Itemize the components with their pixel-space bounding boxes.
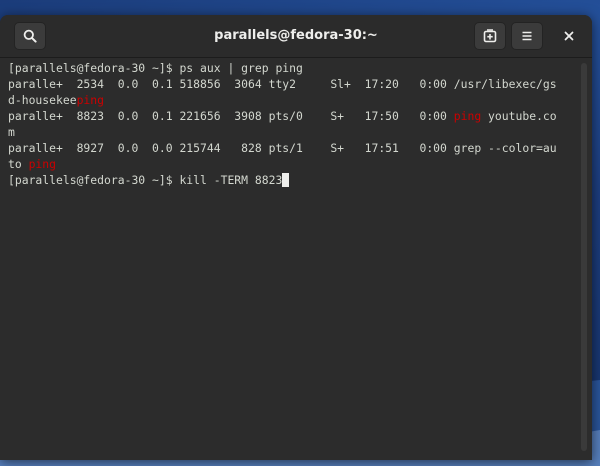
- terminal-text: d-housekee: [8, 93, 77, 107]
- new-tab-icon: [483, 29, 497, 43]
- terminal-line: m: [8, 124, 578, 140]
- terminal-scrollbar[interactable]: [581, 63, 587, 451]
- terminal-output[interactable]: [parallels@fedora-30 ~]$ ps aux | grep p…: [0, 58, 578, 460]
- close-icon: [563, 30, 575, 42]
- close-button[interactable]: [555, 22, 583, 50]
- header-bar: parallels@fedora-30:~: [0, 15, 592, 58]
- new-tab-button[interactable]: [474, 22, 506, 50]
- terminal-line: [parallels@fedora-30 ~]$ kill -TERM 8823: [8, 172, 578, 188]
- terminal-text: [parallels@fedora-30 ~]$ kill -TERM 8823: [8, 173, 283, 187]
- text-cursor: [282, 173, 290, 187]
- terminal-line: paralle+ 8927 0.0 0.0 215744 828 pts/1 S…: [8, 140, 578, 156]
- match-highlight: ping: [28, 157, 57, 171]
- match-highlight: ping: [453, 109, 482, 123]
- hamburger-menu-icon: [520, 29, 534, 43]
- terminal-text: paralle+ 8823 0.0 0.1 221656 3908 pts/0 …: [8, 109, 454, 123]
- terminal-line: [parallels@fedora-30 ~]$ ps aux | grep p…: [8, 60, 578, 76]
- terminal-window: parallels@fedora-30:~ [parallels@fedora-…: [0, 15, 592, 460]
- terminal-line: d-housekeeping: [8, 92, 578, 108]
- terminal-text: [parallels@fedora-30 ~]$ ps aux | grep p…: [8, 61, 303, 75]
- match-highlight: ping: [76, 93, 105, 107]
- terminal-text: to: [8, 157, 29, 171]
- terminal-text: paralle+ 8927 0.0 0.0 215744 828 pts/1 S…: [8, 141, 557, 155]
- terminal-text: youtube.co: [481, 109, 557, 123]
- terminal-line: paralle+ 2534 0.0 0.1 518856 3064 tty2 S…: [8, 76, 578, 92]
- terminal-line: to ping: [8, 156, 578, 172]
- search-button[interactable]: [14, 22, 46, 50]
- menu-button[interactable]: [511, 22, 543, 50]
- terminal-text: m: [8, 125, 15, 139]
- terminal-text: paralle+ 2534 0.0 0.1 518856 3064 tty2 S…: [8, 77, 557, 91]
- search-icon: [23, 29, 37, 43]
- terminal-line: paralle+ 8823 0.0 0.1 221656 3908 pts/0 …: [8, 108, 578, 124]
